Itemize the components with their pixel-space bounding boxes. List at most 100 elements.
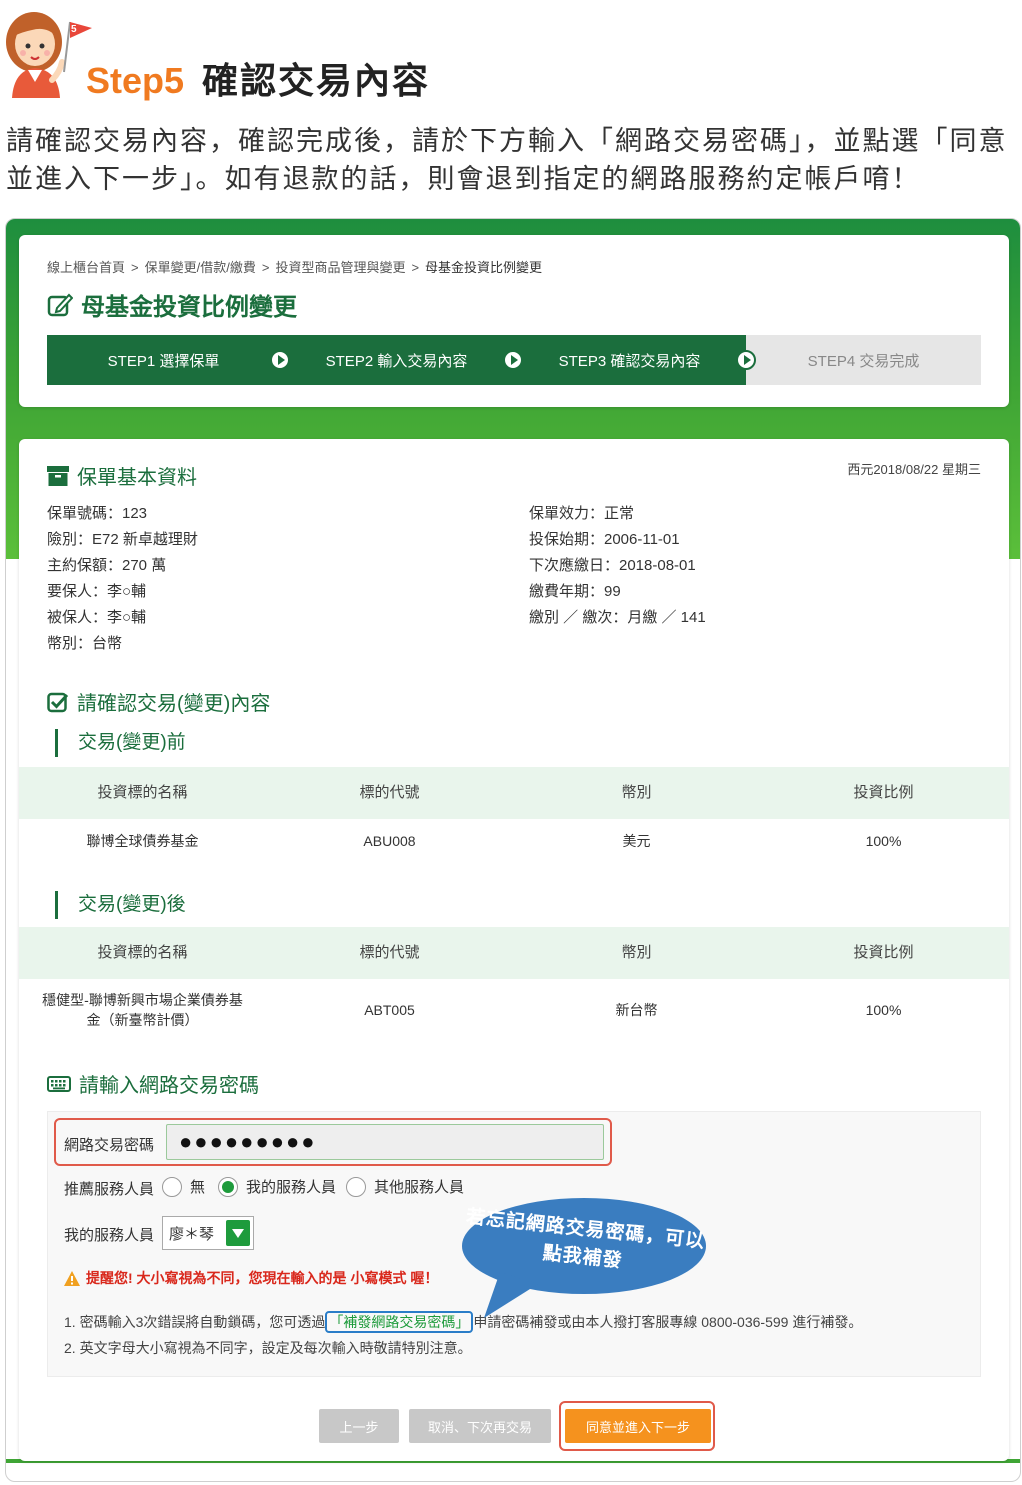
breadcrumb-investment[interactable]: 投資型商品管理與變更 — [275, 260, 405, 275]
table-header: 投資標的名稱 標的代號 幣別 投資比例 — [19, 927, 1009, 979]
fund-name: 聯博全球債券基金 — [86, 833, 199, 849]
edit-icon — [47, 293, 73, 316]
before-table: 投資標的名稱 標的代號 幣別 投資比例 聯博全球債券基金 ABU008 美元 1… — [19, 767, 1009, 863]
radio-my-agent[interactable]: 我的服務人員 — [218, 1176, 336, 1197]
col-currency: 幣別 — [621, 784, 652, 801]
before-subtitle: 交易(變更)前 — [55, 729, 186, 757]
breadcrumb-separator: > — [261, 260, 270, 275]
confirm-section-title: 請確認交易(變更)內容 — [47, 687, 270, 716]
radio-dot-selected[interactable] — [218, 1176, 238, 1197]
policy-insured: 被保人：李○輔 — [47, 609, 147, 626]
policy-next-due: 下次應繳日：2018-08-01 — [529, 557, 696, 574]
breadcrumb: 線上櫃台首頁 > 保單變更/借款/繳費 > 投資型商品管理與變更 > 母基金投資比例變更 — [47, 257, 542, 276]
step-1: STEP1 選擇保單 — [47, 335, 290, 385]
breadcrumb-separator: > — [411, 260, 420, 275]
password-label: 網路交易密碼 — [64, 1137, 155, 1154]
step-number: Step5 — [86, 60, 185, 101]
prev-button[interactable]: 上一步 — [319, 1409, 399, 1443]
checkbox-checked-icon — [47, 692, 69, 712]
screenshot-frame: 線上櫃台首頁 > 保單變更/借款/繳費 > 投資型商品管理與變更 > 母基金投資比例變更 母… — [5, 218, 1021, 1482]
cancel-button[interactable]: 取消、下次再交易 — [409, 1409, 551, 1443]
step-4: STEP4 交易完成 — [746, 335, 981, 385]
step-2-label: STEP2 輸入交易內容 — [325, 352, 468, 370]
warning-icon — [64, 1270, 80, 1286]
col-fund-name: 投資標的名稱 — [97, 944, 188, 961]
col-fund-code: 標的代號 — [359, 784, 420, 801]
radio-dot[interactable] — [162, 1176, 182, 1197]
radio-none[interactable]: 無 — [162, 1176, 205, 1197]
confirm-section-text: 請確認交易(變更)內容 — [77, 693, 271, 715]
table-row: 穩健型-聯博新興市場企業債券基金（新臺幣計價） ABT005 新台幣 100% — [19, 979, 1009, 1041]
radio-none-label: 無 — [190, 1179, 206, 1196]
policy-number: 保單號碼：123 — [47, 505, 148, 522]
step-arrow-icon — [503, 350, 523, 370]
breadcrumb-policy-change[interactable]: 保單變更/借款/繳費 — [145, 260, 256, 275]
col-ratio: 投資比例 — [853, 784, 914, 801]
fund-currency: 新台幣 — [615, 1002, 658, 1018]
policy-pay-years: 繳費年期：99 — [529, 583, 621, 600]
progress-steps: STEP1 選擇保單 STEP2 輸入交易內容 STEP3 確認交易內容 STE… — [47, 335, 981, 385]
policy-right-column: 保單效力：正常 投保始期：2006-11-01 下次應繳日：2018-08-01… — [529, 501, 706, 631]
fund-code: ABT005 — [364, 1002, 415, 1018]
password-input[interactable]: ●●●●●●●●● — [166, 1124, 604, 1160]
page-title-text: 母基金投資比例變更 — [81, 294, 297, 321]
breadcrumb-separator: > — [131, 260, 139, 275]
radio-dot[interactable] — [346, 1176, 366, 1197]
policy-status: 保單效力：正常 — [529, 505, 635, 522]
policy-type: 險別：E72 新卓越理財 — [47, 531, 198, 548]
my-agent-label: 我的服務人員 — [64, 1227, 155, 1244]
policy-applicant: 要保人：李○輔 — [47, 583, 147, 600]
step-arrow-icon — [270, 350, 290, 370]
col-fund-code: 標的代號 — [359, 944, 420, 961]
policy-section-text: 保單基本資料 — [77, 467, 197, 489]
breadcrumb-home[interactable]: 線上櫃台首頁 — [47, 260, 125, 275]
password-panel: 網路交易密碼 ●●●●●●●●● 推薦服務人員 無 我的服務人員 其他服務人員 … — [47, 1111, 981, 1377]
reissue-password-link[interactable]: 「補發網路交易密碼」 — [325, 1311, 474, 1333]
policy-pay-mode: 繳別 ／ 繳次：月繳 ／ 141 — [529, 609, 706, 626]
breadcrumb-current: 母基金投資比例變更 — [425, 260, 543, 275]
header-card: 線上櫃台首頁 > 保單變更/借款/繳費 > 投資型商品管理與變更 > 母基金投資比例變更 母… — [19, 235, 1009, 407]
content-card: 保單基本資料 西元2018/08/22 星期三 保單號碼：123 險別：E72 … — [19, 439, 1009, 1461]
step-1-label: STEP1 選擇保單 — [107, 352, 220, 370]
after-table: 投資標的名稱 標的代號 幣別 投資比例 穩健型-聯博新興市場企業債券基金（新臺幣… — [19, 927, 1009, 1041]
policy-section-title: 保單基本資料 — [47, 461, 197, 490]
policy-start-date: 投保始期：2006-11-01 — [529, 531, 680, 548]
radio-other-agent-label: 其他服務人員 — [374, 1179, 465, 1196]
chevron-down-icon[interactable] — [226, 1220, 250, 1246]
step-4-label: STEP4 交易完成 — [807, 352, 920, 370]
step-2: STEP2 輸入交易內容 — [280, 335, 523, 385]
intro-text: 請確認交易內容，確認完成後，請於下方輸入「網路交易密碼」，並點選「同意並進入下一… — [6, 126, 1008, 194]
flag-number: 5 — [71, 24, 77, 35]
page-title: 母基金投資比例變更 — [47, 287, 297, 322]
after-subtitle: 交易(變更)後 — [55, 891, 186, 919]
table-row: 聯博全球債券基金 ABU008 美元 100% — [19, 819, 1009, 863]
current-date: 西元2018/08/22 星期三 — [847, 462, 981, 477]
step-3: STEP3 確認交易內容 — [513, 335, 756, 385]
referrer-label: 推薦服務人員 — [64, 1181, 155, 1198]
fund-name: 穩健型-聯博新興市場企業債券基金（新臺幣計價） — [42, 992, 243, 1028]
agree-next-button[interactable]: 同意並進入下一步 — [565, 1409, 711, 1443]
radio-other-agent[interactable]: 其他服務人員 — [346, 1176, 464, 1197]
radio-my-agent-label: 我的服務人員 — [246, 1179, 337, 1196]
col-fund-name: 投資標的名稱 — [97, 784, 188, 801]
note-2: 2. 英文字母大小寫視為不同字，設定及每次輸入時敬請特別注意。 — [64, 1340, 472, 1356]
policy-amount: 主約保額：270 萬 — [47, 557, 167, 574]
col-currency: 幣別 — [621, 944, 652, 961]
step-title: 確認交易內容 — [202, 60, 431, 101]
fund-currency: 美元 — [622, 833, 651, 849]
step-arrow-icon — [736, 350, 756, 370]
agent-select[interactable]: 廖＊琴 — [162, 1216, 254, 1250]
help-bubble: 若忘記網路交易密碼，可以點我補發 — [460, 1194, 708, 1318]
step-heading: Step5 確認交易內容 — [86, 52, 430, 104]
policy-left-column: 保單號碼：123 險別：E72 新卓越理財 主約保額：270 萬 要保人：李○輔… — [47, 501, 198, 657]
archive-box-icon — [47, 465, 69, 486]
fund-ratio: 100% — [865, 833, 902, 849]
policy-currency: 幣別：台幣 — [47, 635, 123, 652]
col-ratio: 投資比例 — [853, 944, 914, 961]
step-3-label: STEP3 確認交易內容 — [558, 352, 701, 370]
note-1-prefix: 1. 密碼輸入3次錯誤將自動鎖碼，您可透過 — [64, 1314, 326, 1330]
fund-ratio: 100% — [865, 1002, 902, 1018]
caps-warning: 提醒您! 大小寫視為不同，您現在輸入的是 小寫模式 喔！ — [64, 1268, 438, 1288]
guide-avatar-icon — [6, 12, 92, 98]
caps-warning-text: 提醒您! 大小寫視為不同，您現在輸入的是 小寫模式 喔！ — [86, 1270, 439, 1286]
